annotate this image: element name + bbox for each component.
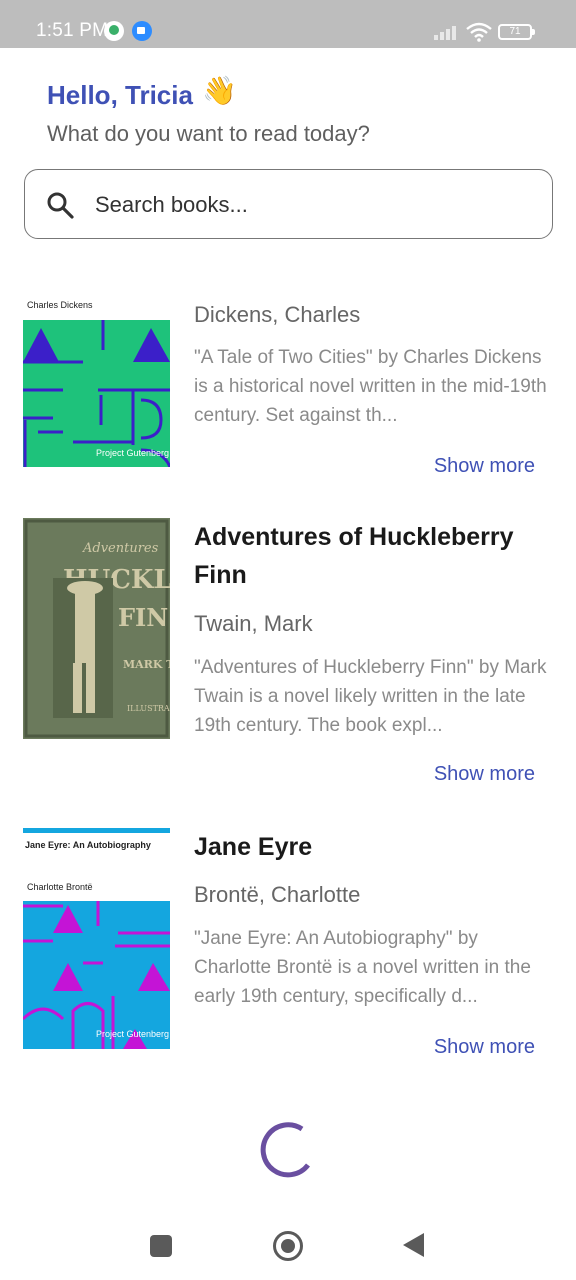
- status-time: 1:51 PM: [36, 20, 109, 41]
- book-item[interactable]: Charles Dickens Project Gutenberg Dicken…: [0, 290, 576, 490]
- book-cover[interactable]: Adventures HUCKLEB FIN MARK T ILLUSTRA: [23, 518, 170, 739]
- battery-icon: 71: [498, 24, 535, 40]
- show-more-link[interactable]: Show more: [434, 1036, 535, 1059]
- wave-icon: 👋: [202, 75, 237, 106]
- back-button[interactable]: [403, 1233, 424, 1257]
- svg-text:Adventures: Adventures: [82, 541, 159, 556]
- book-author: Twain, Mark: [194, 611, 313, 636]
- book-author: Dickens, Charles: [194, 302, 361, 327]
- cover-art: [23, 320, 170, 467]
- search-box[interactable]: [24, 169, 553, 239]
- book-author: Brontë, Charlotte: [194, 882, 361, 907]
- subtitle: What do you want to read today?: [47, 121, 370, 146]
- book-cover[interactable]: Jane Eyre: An Autobiography Charlotte Br…: [23, 828, 170, 1049]
- cover-publisher-label: Project Gutenberg: [96, 448, 170, 458]
- cover-title-label: Jane Eyre: An Autobiography: [25, 840, 151, 850]
- book-title: Adventures of Huckleberry Finn: [194, 523, 514, 589]
- book-description: "A Tale of Two Cities" by Charles Dicken…: [194, 347, 547, 426]
- book-item[interactable]: Jane Eyre: An Autobiography Charlotte Br…: [0, 828, 576, 1068]
- svg-text:ILLUSTRA: ILLUSTRA: [127, 704, 170, 713]
- cover-author-label: Charles Dickens: [27, 300, 93, 310]
- svg-text:MARK T: MARK T: [123, 658, 170, 671]
- book-title: Jane Eyre: [194, 833, 313, 861]
- recents-button[interactable]: [150, 1235, 172, 1257]
- cover-publisher-label: Project Gutenberg: [96, 1029, 170, 1039]
- home-button[interactable]: [273, 1231, 303, 1261]
- loading-spinner: [260, 1122, 310, 1178]
- battery-level: 71: [509, 26, 521, 37]
- status-bar: 1:51 PM 71: [0, 0, 576, 48]
- show-more-link[interactable]: Show more: [434, 455, 535, 478]
- cover-author-label: Charlotte Brontë: [27, 882, 93, 892]
- sync-icon: [104, 21, 124, 41]
- book-description: "Adventures of Huckleberry Finn" by Mark…: [194, 657, 547, 736]
- wifi-icon: [466, 22, 492, 42]
- signal-icon: [434, 24, 460, 40]
- cover-art: [23, 901, 170, 1049]
- search-icon: [47, 192, 74, 219]
- book-description: "Jane Eyre: An Autobiography" by Charlot…: [194, 928, 531, 1007]
- show-more-link[interactable]: Show more: [434, 763, 535, 786]
- search-input[interactable]: [95, 188, 535, 222]
- greeting: Hello, Tricia: [47, 80, 193, 110]
- book-item[interactable]: Adventures HUCKLEB FIN MARK T ILLUSTRA A…: [0, 518, 576, 788]
- svg-text:FIN: FIN: [118, 603, 168, 632]
- book-cover[interactable]: Charles Dickens Project Gutenberg: [23, 290, 170, 467]
- cover-art: Adventures HUCKLEB FIN MARK T ILLUSTRA: [23, 518, 170, 739]
- meet-icon: [132, 21, 152, 41]
